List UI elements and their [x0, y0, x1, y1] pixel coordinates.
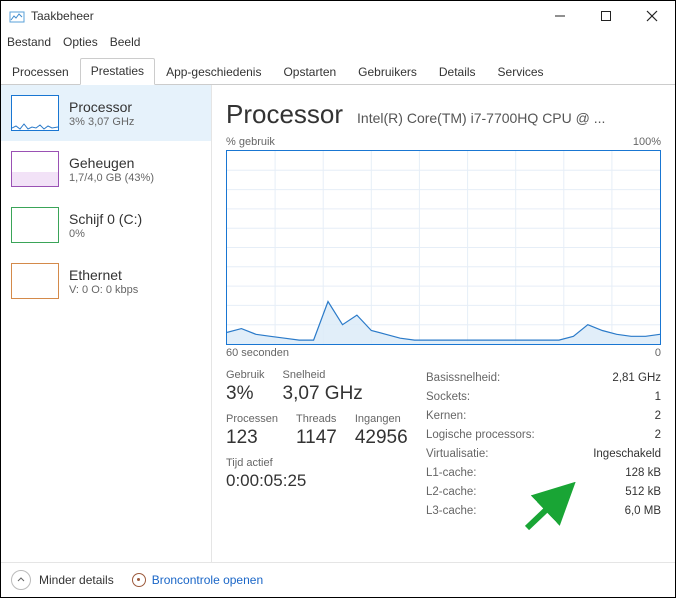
l1-value: 128 kB	[625, 464, 661, 483]
threads-label: Threads	[296, 413, 337, 425]
menubar: Bestand Opties Beeld	[1, 31, 675, 53]
sidebar-item-ethernet[interactable]: Ethernet V: 0 O: 0 kbps	[1, 253, 211, 309]
tab-users[interactable]: Gebruikers	[347, 59, 428, 85]
titlebar: Taakbeheer	[1, 1, 675, 31]
minimize-button[interactable]	[537, 1, 583, 31]
menu-options[interactable]: Opties	[63, 35, 98, 49]
disk-thumbnail-icon	[11, 207, 59, 243]
speed-label: Snelheid	[283, 369, 363, 381]
uptime-value: 0:00:05:25	[226, 471, 426, 491]
sidebar-item-label: Processor	[69, 99, 134, 115]
l2-value: 512 kB	[625, 483, 661, 502]
uptime-label: Tijd actief	[226, 457, 426, 469]
usage-value: 3%	[226, 383, 265, 405]
logical-value: 2	[655, 426, 661, 445]
tab-apphistory[interactable]: App-geschiedenis	[155, 59, 272, 85]
maximize-button[interactable]	[583, 1, 629, 31]
task-manager-window: Taakbeheer Bestand Opties Beeld Processe…	[0, 0, 676, 598]
stats-left: Gebruik 3% Snelheid 3,07 GHz Processen 1…	[226, 369, 426, 521]
menu-view[interactable]: Beeld	[110, 35, 141, 49]
logical-label: Logische processors:	[426, 426, 535, 445]
cpu-model-name: Intel(R) Core(TM) i7-7700HQ CPU @ ...	[357, 110, 661, 126]
sidebar-item-disk[interactable]: Schijf 0 (C:) 0%	[1, 197, 211, 253]
cpu-usage-chart[interactable]	[226, 150, 661, 345]
chart-xlabel: 60 seconden	[226, 347, 289, 359]
sidebar-item-label: Ethernet	[69, 267, 138, 283]
virt-label: Virtualisatie:	[426, 445, 488, 464]
handles-label: Ingangen	[355, 413, 408, 425]
tabstrip: Processen Prestaties App-geschiedenis Op…	[1, 57, 675, 85]
virt-value: Ingeschakeld	[593, 445, 661, 464]
tab-details[interactable]: Details	[428, 59, 487, 85]
cores-value: 2	[655, 407, 661, 426]
usage-label: Gebruik	[226, 369, 265, 381]
sidebar-item-label: Geheugen	[69, 155, 154, 171]
footer: Minder details Broncontrole openen	[1, 562, 675, 597]
chevron-down-icon[interactable]	[11, 570, 31, 590]
open-resource-monitor-link[interactable]: Broncontrole openen	[132, 573, 263, 587]
chart-ymax: 100%	[633, 136, 661, 148]
window-controls	[537, 1, 675, 31]
memory-thumbnail-icon	[11, 151, 59, 187]
open-resource-monitor-label: Broncontrole openen	[152, 573, 263, 587]
window-title: Taakbeheer	[31, 9, 94, 23]
sidebar-item-label: Schijf 0 (C:)	[69, 211, 142, 227]
app-icon	[9, 8, 25, 24]
ethernet-thumbnail-icon	[11, 263, 59, 299]
page-title: Processor	[226, 99, 343, 130]
tab-startup[interactable]: Opstarten	[272, 59, 347, 85]
menu-file[interactable]: Bestand	[7, 35, 51, 49]
tab-services[interactable]: Services	[487, 59, 555, 85]
sidebar-item-memory[interactable]: Geheugen 1,7/4,0 GB (43%)	[1, 141, 211, 197]
stats-right: Basissnelheid: 2,81 GHz Sockets: 1 Kernen:…	[426, 369, 661, 521]
handles-value: 42956	[355, 427, 408, 449]
body: Processor 3% 3,07 GHz Geheugen 1,7/4,0 G…	[1, 85, 675, 562]
l2-label: L2-cache:	[426, 483, 477, 502]
sidebar-item-sub: 3% 3,07 GHz	[69, 116, 134, 128]
sidebar-item-processor[interactable]: Processor 3% 3,07 GHz	[1, 85, 211, 141]
threads-value: 1147	[296, 427, 337, 449]
performance-main: Processor Intel(R) Core(TM) i7-7700HQ CP…	[212, 85, 675, 562]
cpu-thumbnail-icon	[11, 95, 59, 131]
basespeed-label: Basissnelheid:	[426, 369, 500, 388]
sidebar-item-sub: 1,7/4,0 GB (43%)	[69, 172, 154, 184]
processes-value: 123	[226, 427, 278, 449]
sockets-label: Sockets:	[426, 388, 470, 407]
tab-performance[interactable]: Prestaties	[80, 58, 155, 85]
chart-xmin: 0	[655, 347, 661, 359]
l3-label: L3-cache:	[426, 502, 477, 521]
chart-ylabel: % gebruik	[226, 136, 275, 148]
sidebar-item-sub: 0%	[69, 228, 142, 240]
sockets-value: 1	[655, 388, 661, 407]
close-button[interactable]	[629, 1, 675, 31]
processes-label: Processen	[226, 413, 278, 425]
performance-sidebar: Processor 3% 3,07 GHz Geheugen 1,7/4,0 G…	[1, 85, 212, 562]
less-details-button[interactable]: Minder details	[39, 573, 114, 587]
basespeed-value: 2,81 GHz	[612, 369, 661, 388]
l1-label: L1-cache:	[426, 464, 477, 483]
speed-value: 3,07 GHz	[283, 383, 363, 405]
l3-value: 6,0 MB	[625, 502, 661, 521]
cores-label: Kernen:	[426, 407, 466, 426]
sidebar-item-sub: V: 0 O: 0 kbps	[69, 284, 138, 296]
tab-processes[interactable]: Processen	[1, 59, 80, 85]
resource-monitor-icon	[132, 573, 146, 587]
